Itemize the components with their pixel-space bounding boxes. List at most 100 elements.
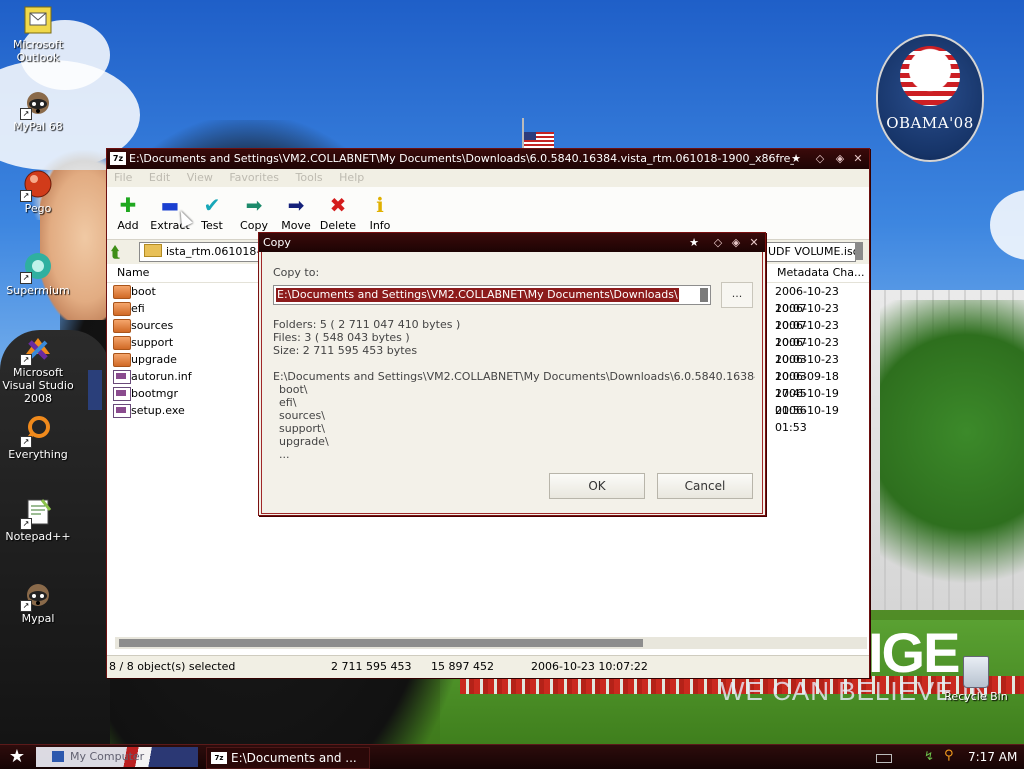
maximize-button[interactable]: ◈ <box>833 152 847 166</box>
cloud <box>990 190 1024 260</box>
supermium-icon: ↗ <box>20 250 54 284</box>
column-header-name[interactable]: Name <box>117 264 149 282</box>
clock[interactable]: 7:17 AM <box>968 747 1017 767</box>
taskbar-item-7zip[interactable]: 7z E:\Documents and ... <box>206 747 370 769</box>
info-button[interactable]: ℹ Info <box>358 193 402 232</box>
minimize-button[interactable]: ◇ <box>813 152 827 166</box>
delete-icon: ✖ <box>329 193 347 217</box>
file-name: autorun.inf <box>131 370 192 383</box>
desktop-icon-pego[interactable]: ↗ Pego <box>0 168 76 215</box>
delete-label: Delete <box>319 219 357 232</box>
status-packed: 15 897 452 <box>431 660 494 673</box>
outlook-icon <box>22 4 54 36</box>
desktop-icon-mypal68[interactable]: ↗ MyPal 68 <box>0 86 76 133</box>
raccoon-icon: ↗ <box>20 578 54 612</box>
browse-button[interactable]: ... <box>721 282 753 308</box>
menu-tools[interactable]: Tools <box>296 171 323 184</box>
window-titlebar[interactable]: 7z E:\Documents and Settings\VM2.COLLABN… <box>107 149 869 169</box>
up-folder-icon[interactable]: ⮬ <box>111 243 129 261</box>
add-button[interactable]: ✚ Add <box>106 193 150 232</box>
copy-dialog[interactable]: Copy ★ ◇ ◈ ✕ Copy to: E:\Documents and S… <box>258 232 766 516</box>
search-icon[interactable]: ⚲ <box>944 749 958 763</box>
copy-label: Copy <box>240 219 268 232</box>
copy-button[interactable]: ➡ Copy <box>232 193 276 232</box>
desktop-icon-label: Everything <box>8 448 68 461</box>
network-icon[interactable]: ↯ <box>924 749 938 763</box>
cancel-button[interactable]: Cancel <box>657 473 753 499</box>
info-label: Info <box>369 219 391 232</box>
dialog-titlebar[interactable]: Copy ★ ◇ ◈ ✕ <box>259 233 765 252</box>
scrollbar-thumb[interactable] <box>119 639 643 647</box>
status-selected: 8 / 8 object(s) selected <box>109 660 236 673</box>
notepad-plus-icon: ↗ <box>20 496 54 530</box>
dialog-close-button[interactable]: ✕ <box>747 236 761 250</box>
address-text-end: UDF VOLUME.iso\ <box>768 245 856 258</box>
dialog-minimize-button[interactable]: ◇ <box>711 236 725 250</box>
close-button[interactable]: ✕ <box>851 152 865 166</box>
move-icon: ➡ <box>287 193 305 217</box>
taskbar: ★ My Computer 7z E:\Documents and ... ↯ … <box>0 744 1024 769</box>
add-icon: ✚ <box>119 193 137 217</box>
dialog-maximize-button[interactable]: ◈ <box>729 236 743 250</box>
keyboard-icon[interactable] <box>876 754 892 763</box>
star-icon[interactable]: ★ <box>687 236 701 250</box>
recycle-bin[interactable]: Recycle Bin <box>944 656 1008 703</box>
source-item: support\ <box>279 422 325 435</box>
config-file-icon <box>113 370 131 384</box>
dialog-title: Copy <box>263 236 291 249</box>
window-title: E:\Documents and Settings\VM2.COLLABNET\… <box>129 152 794 165</box>
menu-edit[interactable]: Edit <box>149 171 170 184</box>
destination-path-text: E:\Documents and Settings\VM2.COLLABNET\… <box>276 288 679 302</box>
address-dropdown-button[interactable] <box>855 242 863 260</box>
source-item: boot\ <box>279 383 308 396</box>
app-icon: 7z <box>211 752 227 764</box>
start-button[interactable]: ★ <box>6 747 28 767</box>
source-item: ... <box>279 448 290 461</box>
taskbar-item-label: My Computer <box>70 750 145 763</box>
file-name: setup.exe <box>131 404 185 417</box>
copy-icon: ➡ <box>245 193 263 217</box>
desktop-icon-label: Supermium <box>6 284 70 297</box>
taskbar-item-my-computer[interactable]: My Computer <box>36 747 198 767</box>
destination-path-input[interactable]: E:\Documents and Settings\VM2.COLLABNET\… <box>273 285 711 305</box>
menu-favorites[interactable]: Favorites <box>229 171 279 184</box>
file-name: support <box>131 336 174 349</box>
move-button[interactable]: ➡ Move <box>274 193 318 232</box>
add-label: Add <box>117 219 139 232</box>
trees <box>880 300 1024 630</box>
menu-file[interactable]: File <box>114 171 132 184</box>
desktop-icon-visual-studio[interactable]: ↗ Microsoft Visual Studio 2008 <box>0 332 76 405</box>
desktop-icon-notepadpp[interactable]: ↗ Notepad++ <box>0 496 76 543</box>
menu-help[interactable]: Help <box>339 171 364 184</box>
desktop-icon-mypal[interactable]: ↗ Mypal <box>0 578 76 625</box>
ok-button[interactable]: OK <box>549 473 645 499</box>
campaign-logo-icon <box>900 46 960 106</box>
horizontal-scrollbar[interactable] <box>115 637 867 649</box>
desktop-icon-supermium[interactable]: ↗ Supermium <box>0 250 76 297</box>
status-bar: 8 / 8 object(s) selected 2 711 595 453 1… <box>107 655 869 678</box>
file-name: upgrade <box>131 353 177 366</box>
source-path: E:\Documents and Settings\VM2.COLLABNET\… <box>273 370 755 383</box>
recycle-bin-icon <box>963 656 989 688</box>
path-dropdown-button[interactable] <box>700 288 708 302</box>
info-icon: ℹ <box>376 193 384 217</box>
delete-button[interactable]: ✖ Delete <box>316 193 360 232</box>
status-size: 2 711 595 453 <box>331 660 412 673</box>
desktop-icon-outlook[interactable]: Microsoft Outlook <box>0 4 76 64</box>
desktop-icon-everything[interactable]: ↗ Everything <box>0 414 76 461</box>
desktop-icon-label: Mypal <box>21 612 55 625</box>
folder-icon <box>113 336 131 350</box>
star-icon[interactable]: ★ <box>789 152 803 166</box>
pego-icon: ↗ <box>20 168 54 202</box>
app-icon: 7z <box>110 152 126 165</box>
taskbar-item-label: E:\Documents and ... <box>231 751 357 765</box>
everything-icon: ↗ <box>20 414 54 448</box>
folder-icon <box>144 244 162 257</box>
column-header-metadata[interactable]: Metadata Cha... <box>777 264 864 282</box>
executable-file-icon <box>113 404 131 418</box>
desktop-icon-label: MyPal 68 <box>13 120 63 133</box>
test-button[interactable]: ✔ Test <box>190 193 234 232</box>
folder-icon <box>113 353 131 367</box>
menu-view[interactable]: View <box>187 171 213 184</box>
folders-info: Folders: 5 ( 2 711 047 410 bytes ) <box>273 318 461 331</box>
